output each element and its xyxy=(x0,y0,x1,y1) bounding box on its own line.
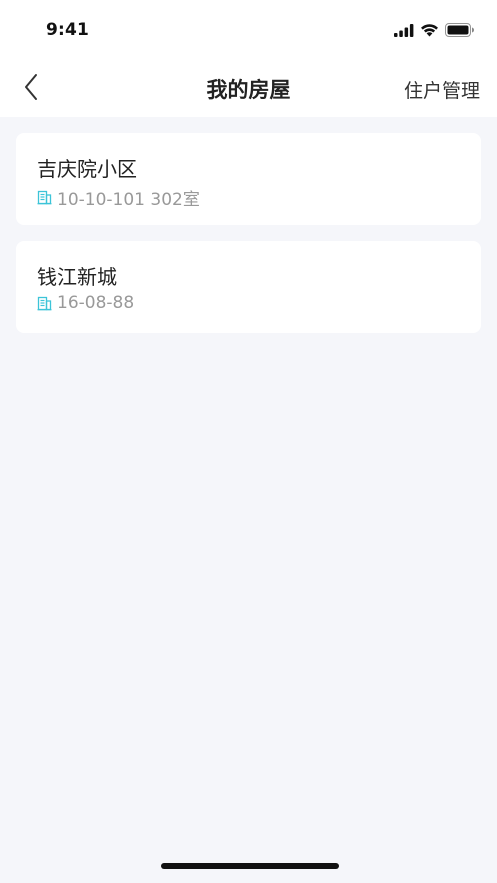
house-address: 16-08-88 xyxy=(57,293,135,313)
house-address: 10-10-101 302室 xyxy=(57,190,200,210)
status-icons xyxy=(394,21,475,41)
battery-icon xyxy=(445,22,475,41)
signal-icon xyxy=(394,22,414,41)
nav-bar: 我的房屋 住户管理 xyxy=(0,60,497,117)
status-time: 9:41 xyxy=(46,20,90,40)
house-name: 吉庆院小区 xyxy=(37,157,137,181)
house-card[interactable]: 钱江新城 16-08-88 xyxy=(16,241,481,333)
house-name: 钱江新城 xyxy=(37,265,117,289)
house-list: 吉庆院小区 10-10-101 302室 钱江新城 16-08-88 xyxy=(16,133,481,349)
house-card[interactable]: 吉庆院小区 10-10-101 302室 xyxy=(16,133,481,225)
house-meta: 16-08-88 xyxy=(37,293,134,313)
building-icon xyxy=(37,296,52,311)
resident-management-button[interactable]: 住户管理 xyxy=(404,76,480,103)
status-bar: 9:41 xyxy=(0,0,497,60)
home-indicator[interactable] xyxy=(161,863,339,869)
wifi-icon xyxy=(420,22,439,41)
house-meta: 10-10-101 302室 xyxy=(37,185,200,210)
building-icon xyxy=(37,190,52,205)
header: 9:41 我的房屋 住户管理 xyxy=(0,0,497,117)
